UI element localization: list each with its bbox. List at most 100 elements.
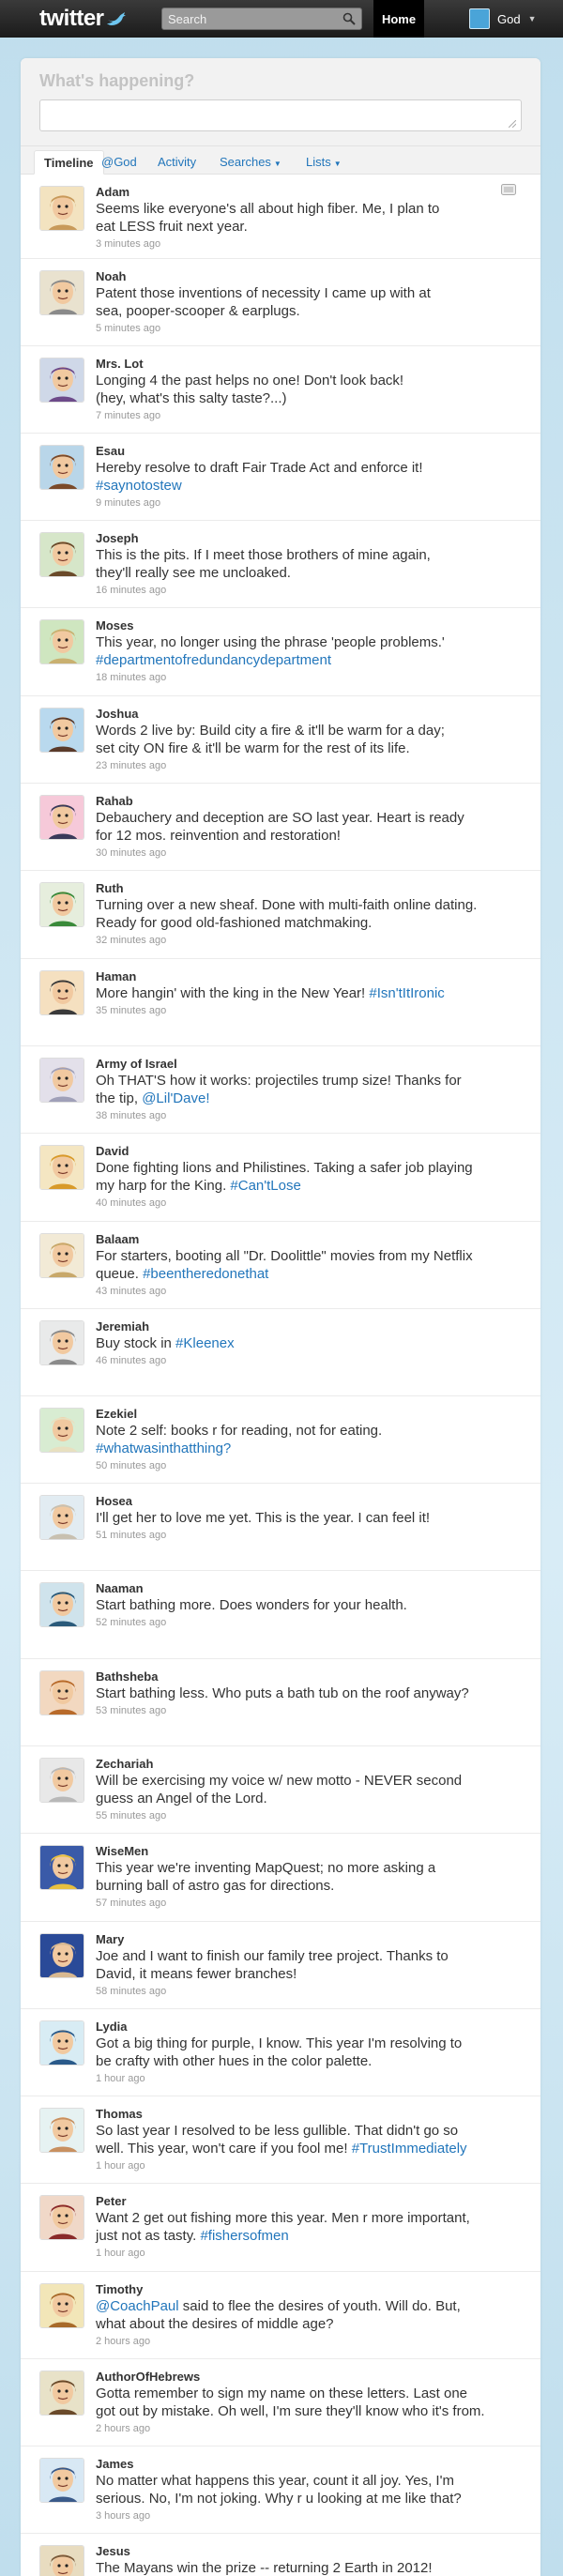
avatar[interactable]: [39, 1670, 84, 1715]
tweet-timestamp[interactable]: 18 minutes ago: [96, 670, 527, 685]
tweet-item[interactable]: Bathsheba Start bathing less. Who puts a …: [21, 1659, 540, 1746]
mention-link[interactable]: @CoachPaul: [96, 2298, 179, 2314]
tweet-item[interactable]: Peter Want 2 get out fishing more this ye…: [21, 2184, 540, 2272]
tweet-author[interactable]: Ruth: [96, 881, 527, 896]
tweet-author[interactable]: Joshua: [96, 707, 527, 722]
tweet-author[interactable]: Adam: [96, 185, 527, 200]
hashtag-link[interactable]: #TrustImmediately: [352, 2141, 467, 2157]
tweet-item[interactable]: Mrs. Lot Longing 4 the past helps no one!…: [21, 346, 540, 434]
avatar[interactable]: [39, 2020, 84, 2065]
tweet-item[interactable]: Joseph This is the pits. If I meet those …: [21, 521, 540, 608]
tweet-author[interactable]: Joseph: [96, 531, 527, 546]
search-box[interactable]: [161, 8, 362, 30]
avatar[interactable]: [39, 2283, 84, 2328]
tweet-timestamp[interactable]: 7 minutes ago: [96, 408, 527, 423]
tweet-item[interactable]: AuthorOfHebrews Gotta remember to sign my…: [21, 2359, 540, 2446]
tweet-item[interactable]: Lydia Got a big thing for purple, I know.…: [21, 2009, 540, 2096]
tweet-timestamp[interactable]: 23 minutes ago: [96, 758, 527, 773]
avatar[interactable]: [39, 2195, 84, 2240]
tweet-timestamp[interactable]: 35 minutes ago: [96, 1003, 527, 1018]
tweet-item[interactable]: Army of Israel Oh THAT'S how it works: pr…: [21, 1046, 540, 1134]
avatar[interactable]: [39, 1320, 84, 1365]
tweet-author[interactable]: AuthorOfHebrews: [96, 2370, 527, 2385]
tweet-author[interactable]: Peter: [96, 2194, 527, 2209]
tweet-timestamp[interactable]: 53 minutes ago: [96, 1703, 527, 1718]
tweet-author[interactable]: Mrs. Lot: [96, 357, 527, 372]
tweet-author[interactable]: Mary: [96, 1932, 527, 1947]
mention-link[interactable]: @Lil'Dave!: [142, 1090, 209, 1106]
user-menu[interactable]: God ▼: [469, 8, 537, 30]
tweet-timestamp[interactable]: 1 hour ago: [96, 2071, 527, 2086]
hashtag-link[interactable]: #Kleenex: [175, 1335, 235, 1351]
tab-searches[interactable]: Searches ▼: [210, 150, 291, 175]
avatar[interactable]: [39, 2370, 84, 2416]
avatar[interactable]: [39, 1495, 84, 1540]
hashtag-link[interactable]: #whatwasinthatthing?: [96, 1440, 231, 1456]
tab-mentions[interactable]: @God: [92, 150, 146, 175]
tweet-timestamp[interactable]: 43 minutes ago: [96, 1284, 527, 1299]
tweet-item[interactable]: Ezekiel Note 2 self: books r for reading,…: [21, 1396, 540, 1484]
tweet-author[interactable]: Balaam: [96, 1232, 527, 1247]
tweet-author[interactable]: Moses: [96, 618, 527, 633]
hashtag-link[interactable]: #Isn'tItIronic: [369, 985, 444, 1001]
tweet-timestamp[interactable]: 1 hour ago: [96, 2246, 527, 2261]
tweet-item[interactable]: Rahab Debauchery and deception are SO las…: [21, 784, 540, 871]
tweet-author[interactable]: Jesus: [96, 2544, 527, 2559]
status-input[interactable]: [39, 99, 522, 131]
tweet-item[interactable]: Jeremiah Buy stock in #Kleenex 46 minutes …: [21, 1309, 540, 1396]
tweet-item[interactable]: Timothy @CoachPaul said to flee the desir…: [21, 2272, 540, 2359]
tweet-item[interactable]: Balaam For starters, booting all "Dr. Doo…: [21, 1222, 540, 1309]
avatar[interactable]: [39, 186, 84, 231]
avatar[interactable]: [39, 445, 84, 490]
tweet-author[interactable]: David: [96, 1144, 527, 1159]
nav-home-link[interactable]: Home: [373, 0, 424, 38]
tab-activity[interactable]: Activity: [148, 150, 205, 175]
tweet-item[interactable]: Noah Patent those inventions of necessity…: [21, 259, 540, 346]
avatar[interactable]: [39, 1233, 84, 1278]
tweet-author[interactable]: Bathsheba: [96, 1669, 527, 1684]
avatar[interactable]: [39, 358, 84, 403]
tweet-author[interactable]: Rahab: [96, 794, 527, 809]
twitter-logo[interactable]: twitter: [39, 6, 127, 32]
tweet-author[interactable]: Ezekiel: [96, 1407, 527, 1422]
tweet-item[interactable]: Ruth Turning over a new sheaf. Done with …: [21, 871, 540, 959]
tweet-author[interactable]: Lydia: [96, 2020, 527, 2035]
tweet-author[interactable]: Jeremiah: [96, 1319, 527, 1334]
avatar[interactable]: [39, 1933, 84, 1978]
tweet-author[interactable]: Timothy: [96, 2282, 527, 2297]
avatar[interactable]: [39, 1582, 84, 1627]
tweet-item[interactable]: Moses This year, no longer using the phra…: [21, 608, 540, 696]
search-icon[interactable]: [342, 12, 356, 25]
tweet-timestamp[interactable]: 52 minutes ago: [96, 1615, 527, 1630]
tweet-author[interactable]: Army of Israel: [96, 1057, 527, 1072]
tweet-timestamp[interactable]: 1 hour ago: [96, 2158, 527, 2173]
tweet-item[interactable]: Adam Seems like everyone's all about high…: [21, 175, 540, 259]
tweet-author[interactable]: Zechariah: [96, 1757, 527, 1772]
tweet-timestamp[interactable]: 32 minutes ago: [96, 933, 527, 948]
tweet-timestamp[interactable]: 50 minutes ago: [96, 1458, 527, 1473]
avatar[interactable]: [39, 1845, 84, 1890]
hashtag-link[interactable]: #beentheredonethat: [143, 1266, 268, 1282]
tweet-timestamp[interactable]: 9 minutes ago: [96, 495, 527, 511]
tweet-author[interactable]: Naaman: [96, 1581, 527, 1596]
tweet-timestamp[interactable]: 46 minutes ago: [96, 1353, 527, 1368]
tweet-timestamp[interactable]: 5 minutes ago: [96, 321, 527, 336]
tweet-author[interactable]: Hosea: [96, 1494, 527, 1509]
avatar[interactable]: [39, 795, 84, 840]
avatar[interactable]: [39, 1145, 84, 1190]
avatar[interactable]: [39, 708, 84, 753]
tab-lists[interactable]: Lists ▼: [297, 150, 351, 175]
tweet-timestamp[interactable]: 2 hours ago: [96, 2334, 527, 2349]
tweet-timestamp[interactable]: 16 minutes ago: [96, 583, 527, 598]
tweet-timestamp[interactable]: 30 minutes ago: [96, 846, 527, 861]
tweet-author[interactable]: WiseMen: [96, 1844, 527, 1859]
tweet-timestamp[interactable]: 58 minutes ago: [96, 1984, 527, 1999]
avatar[interactable]: [39, 2458, 84, 2503]
avatar[interactable]: [39, 532, 84, 577]
resize-grip-icon[interactable]: [509, 120, 516, 128]
tweet-author[interactable]: Haman: [96, 969, 527, 984]
tweet-item[interactable]: Hosea I'll get her to love me yet. This i…: [21, 1484, 540, 1571]
avatar[interactable]: [39, 882, 84, 927]
tweet-item[interactable]: Haman More hangin' with the king in the N…: [21, 959, 540, 1046]
hashtag-link[interactable]: #departmentofredundancydepartment: [96, 652, 331, 668]
